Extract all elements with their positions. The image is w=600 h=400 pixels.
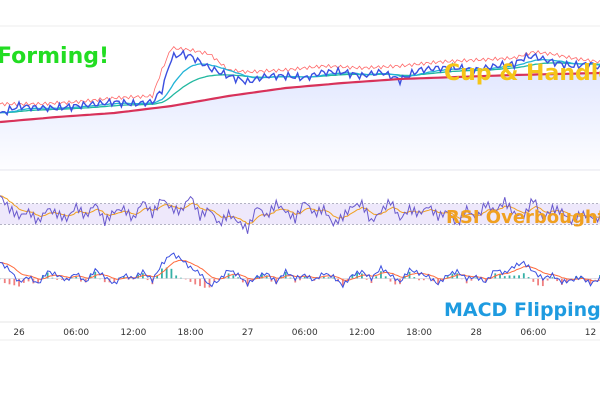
macd-histogram-bar	[375, 276, 378, 279]
macd-histogram-bar	[456, 273, 459, 279]
macd-histogram-bar	[175, 275, 178, 279]
macd-histogram-bar	[232, 275, 235, 279]
macd-histogram-bar	[508, 275, 511, 279]
time-tick-label: 18:00	[178, 328, 204, 338]
macd-histogram-bar	[384, 276, 387, 279]
time-tick-label: 28	[470, 328, 482, 338]
macd-histogram-bar	[513, 275, 516, 279]
macd-histogram-bar	[522, 273, 525, 279]
cup-handle-annotation: Cup & Handle	[444, 61, 600, 86]
macd-histogram-bar	[537, 278, 539, 286]
macd-histogram-bar	[189, 278, 192, 282]
time-tick-label: 26	[13, 328, 25, 338]
macd-histogram-bar	[380, 271, 382, 279]
rsi-overbought-annotation: RSI Overbought	[446, 207, 600, 228]
time-tick-label: 12:00	[120, 328, 146, 338]
time-tick-label: 06:00	[520, 328, 546, 338]
time-tick-label: 06:00	[63, 328, 89, 338]
trading-chart[interactable]: 26 06:00 12:00 18:00 27 06:00 12:00 18:00 28 06:0…	[0, 0, 600, 400]
macd-histogram-bar	[518, 275, 520, 279]
macd-histogram-bar	[284, 271, 287, 279]
macd-histogram-bar	[13, 278, 16, 286]
forming-annotation: Forming!	[0, 44, 109, 69]
time-tick-label: 27	[242, 328, 253, 338]
macd-histogram-bar	[503, 276, 506, 279]
macd-histogram-bar	[170, 268, 173, 279]
macd-histogram-bar	[3, 278, 6, 284]
macd-histogram-bar	[532, 278, 535, 282]
macd-histogram-bar	[194, 278, 197, 285]
time-tick-label: 06:00	[292, 328, 318, 338]
macd-histogram-bar	[389, 278, 392, 282]
macd-flipping-annotation: MACD Flipping	[444, 299, 600, 321]
time-tick-label: 18:00	[406, 328, 432, 338]
time-tick-label: 12	[585, 328, 596, 338]
macd-histogram-bar	[8, 278, 11, 285]
macd-histogram-bar	[199, 278, 201, 287]
macd-histogram-bar	[499, 274, 501, 279]
time-tick-label: 12:00	[349, 328, 375, 338]
macd-histogram-bar	[208, 278, 211, 288]
